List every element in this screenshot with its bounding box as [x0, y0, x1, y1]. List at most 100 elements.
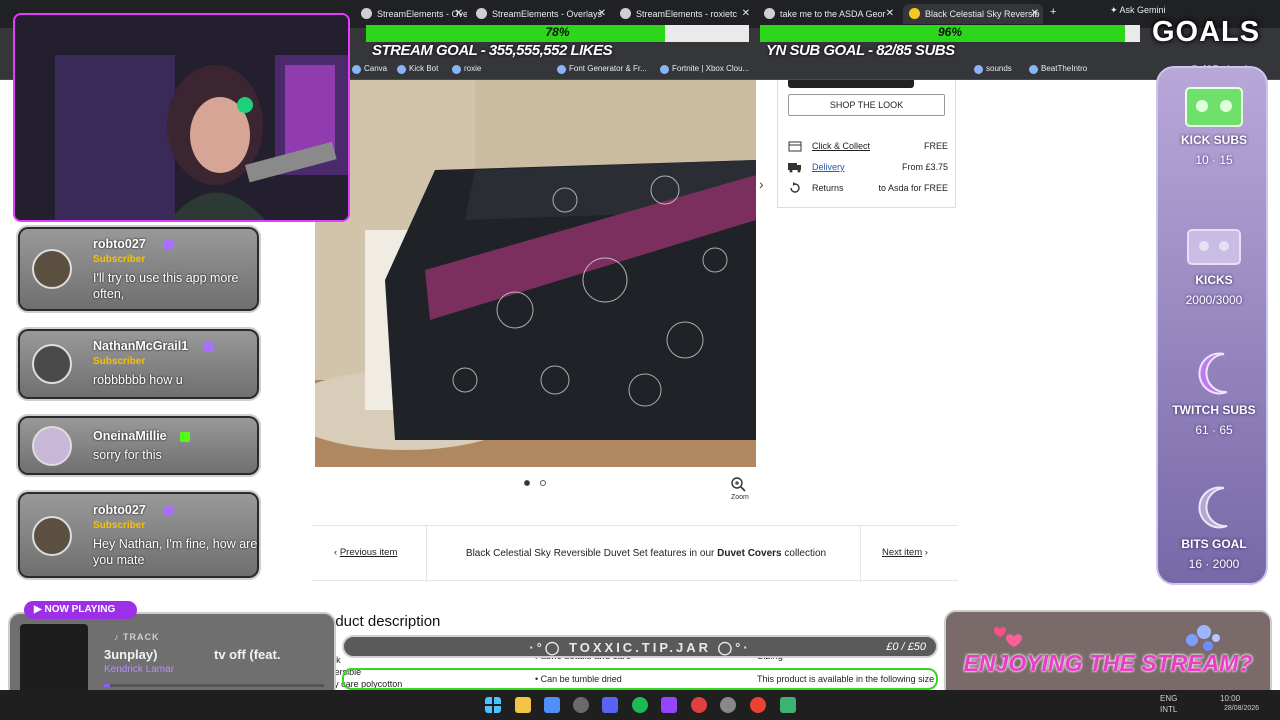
bookmark-item[interactable]: roxie — [450, 61, 481, 77]
enjoy-stream-text: ENJOYING THE STREAM? — [963, 650, 1253, 676]
goals-side-panel: KICK SUBS 10 · 15 KICKS 2000/3000 TWITCH… — [1156, 66, 1268, 585]
goal-name: KICKS — [1195, 273, 1233, 287]
tray-time[interactable]: 10:00 — [1220, 694, 1240, 703]
streamelements-favicon-icon — [620, 8, 631, 19]
bookmark-item[interactable]: BeatTheIntro — [1027, 61, 1087, 77]
avatar — [32, 426, 72, 466]
zoom-icon[interactable] — [730, 476, 746, 492]
tip-jar-bar: ·°◯ TOXXIC.TIP.JAR ◯°· £0 / £50 — [342, 635, 938, 658]
previous-item-link[interactable]: ‹ Previous item — [334, 547, 397, 558]
goal-name: KICK SUBS — [1180, 133, 1247, 147]
duvet-covers-link[interactable]: Duvet Covers — [717, 548, 781, 559]
cassette-icon — [1185, 87, 1243, 127]
kick-subs-goal: KICK SUBS 10 · 15 — [1158, 86, 1270, 167]
bookmark-item[interactable]: Font Generator & Fr... — [555, 61, 647, 77]
kick-badge-icon — [180, 432, 190, 442]
twitch-subs-goal: TWITCH SUBS 61 · 65 — [1158, 348, 1270, 437]
chat-username: robto027 — [93, 503, 146, 517]
subscriber-badge-icon — [164, 506, 174, 516]
truck-icon — [788, 163, 801, 173]
streamelements-favicon-icon — [476, 8, 487, 19]
chat-username: NathanMcGrail1 — [93, 339, 189, 353]
click-collect-link[interactable]: Click & Collect — [812, 141, 870, 151]
discord-icon[interactable] — [602, 697, 618, 713]
ask-gemini-button[interactable]: ✦ Ask Gemini — [1110, 5, 1166, 16]
shop-the-look-button[interactable]: SHOP THE LOOK — [788, 94, 945, 116]
tab-close-icon[interactable]: ✕ — [742, 4, 750, 24]
chat-username: robto027 — [93, 237, 146, 251]
shipping-value: FREE — [923, 141, 948, 151]
duvet-product-image[interactable] — [315, 80, 756, 467]
settings-icon[interactable] — [720, 697, 736, 713]
browser-tab[interactable]: take me to the ASDA Geor ✕ — [758, 4, 898, 24]
stream-goal: 78% STREAM GOAL - 355,555,552 LIKES — [366, 25, 749, 63]
game-icon[interactable] — [780, 697, 796, 713]
tab-close-icon[interactable]: ✕ — [886, 4, 894, 24]
carousel-dot[interactable] — [524, 480, 530, 486]
obs-icon[interactable] — [573, 697, 589, 713]
chat-message: robto027 Subscriber Hey Nathan, I'm fine… — [16, 490, 261, 580]
add-to-basket-button-edge[interactable] — [788, 80, 914, 88]
next-item-link[interactable]: Next item › — [882, 547, 928, 558]
chat-text: robbbbbb how u — [93, 373, 183, 387]
twitch-icon[interactable] — [661, 697, 677, 713]
bookmark-item[interactable]: sounds — [972, 61, 1012, 77]
shipping-row: Returns to Asda for FREE — [788, 182, 948, 196]
album-art — [20, 624, 88, 694]
chevron-right-icon: › — [922, 547, 928, 558]
new-tab-icon[interactable]: + — [1050, 6, 1056, 18]
gemini-favicon-icon — [764, 8, 775, 19]
chat-text: I'll try to use this app more often, — [93, 271, 239, 301]
bookmark-item[interactable]: Kick Bot — [395, 61, 438, 77]
chat-text: Hey Nathan, I'm fine, how are you mate — [93, 537, 258, 567]
spotify-icon[interactable] — [632, 697, 648, 713]
file-explorer-icon[interactable] — [515, 697, 531, 713]
shipping-row: Delivery From £3.75 — [788, 161, 948, 175]
avatar — [32, 249, 72, 289]
divider — [860, 526, 861, 582]
subscriber-badge-icon — [204, 342, 214, 352]
tab-close-icon[interactable]: ✕ — [1031, 4, 1039, 24]
song-title-part1: 3unplay) — [104, 647, 158, 662]
browser-tab-active[interactable]: Black Celestial Sky Reversib ✕ — [903, 4, 1043, 24]
tray-region[interactable]: INTL — [1160, 705, 1177, 714]
bookmark-item[interactable]: Canva — [350, 61, 387, 77]
tray-date[interactable]: 28/08/2026 — [1224, 705, 1259, 712]
webcam-scene — [15, 15, 348, 220]
webcam-feed — [13, 13, 350, 222]
goals-title: GOALS — [1152, 16, 1261, 48]
shipping-value: to Asda for FREE — [878, 183, 948, 193]
tray-language[interactable]: ENG — [1160, 694, 1177, 703]
subscriber-badge-icon — [164, 240, 174, 250]
browser-tab[interactable]: StreamElements - Overlays ✕ — [355, 4, 467, 24]
goal-text: STREAM GOAL - 355,555,552 LIKES — [372, 42, 613, 59]
windows-taskbar: ENG INTL 10:00 28/08/2026 — [0, 690, 1280, 720]
chrome-icon[interactable] — [750, 697, 766, 713]
browser-tab[interactable]: StreamElements - Overlays ✕ — [470, 4, 610, 24]
goal-value: 2000/3000 — [1185, 293, 1243, 307]
streamelements-favicon-icon — [361, 8, 372, 19]
tab-close-icon[interactable]: ✕ — [455, 4, 463, 24]
bits-goal: BITS GOAL 16 · 2000 — [1158, 482, 1270, 571]
song-progress-fill — [104, 684, 110, 687]
goal-name: TWITCH SUBS — [1172, 403, 1256, 417]
carousel-next-arrow-icon[interactable]: › — [759, 176, 764, 192]
bookmark-item[interactable]: Fortnite | Xbox Clou... — [658, 61, 749, 77]
subscriber-label: Subscriber — [93, 254, 146, 265]
carousel-dot[interactable] — [540, 480, 546, 486]
goal-value: 61 · 65 — [1195, 423, 1233, 437]
browser-tab[interactable]: StreamElements - roxietc ✕ — [614, 4, 754, 24]
goal-value: 10 · 15 — [1195, 153, 1233, 167]
windows-start-icon[interactable] — [485, 697, 501, 713]
item-navigation: ‹ Previous item Black Celestial Sky Reve… — [312, 525, 958, 582]
notepad-icon[interactable] — [544, 697, 560, 713]
delivery-link[interactable]: Delivery — [812, 162, 845, 172]
tip-jar-amount: £0 / £50 — [886, 641, 926, 653]
tab-close-icon[interactable]: ✕ — [598, 4, 606, 24]
asda-favicon-icon — [909, 8, 920, 19]
zoom-label: Zoom — [731, 494, 749, 501]
app-icon[interactable] — [691, 697, 707, 713]
store-icon — [788, 141, 802, 152]
shipping-row: Click & Collect FREE — [788, 140, 948, 154]
subscriber-label: Subscriber — [93, 520, 146, 531]
